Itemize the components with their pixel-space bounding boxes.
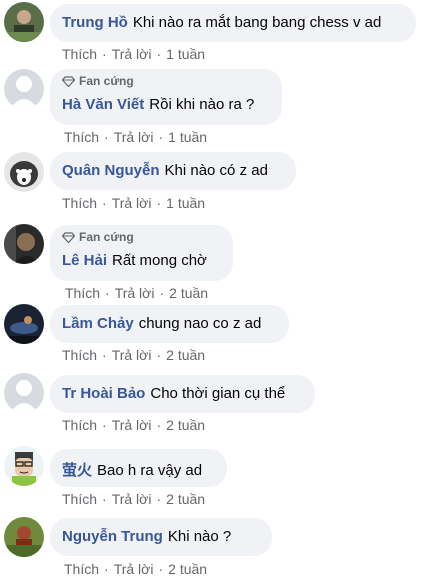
reply-link[interactable]: Trả lời	[112, 46, 152, 62]
fan-badge: Fan cứng	[62, 74, 134, 88]
comment-text: Bao h ra vậy ad	[97, 462, 203, 479]
comment-author[interactable]: Lầm Chảy	[62, 315, 134, 332]
reply-link[interactable]: Trả lời	[114, 561, 154, 577]
comment-bubble: Fan cứng Lê Hải Rất mong chờ	[50, 225, 233, 281]
reply-link[interactable]: Trả lời	[112, 195, 152, 211]
comment-timestamp[interactable]: 1 tuần	[168, 129, 207, 145]
comment-bubble: Trung Hồ Khi nào ra mắt bang bang chess v…	[50, 4, 416, 42]
comment-timestamp[interactable]: 2 tuần	[168, 561, 207, 577]
comment-timestamp[interactable]: 2 tuần	[166, 417, 205, 433]
avatar[interactable]	[4, 152, 44, 192]
comment-actions: Thích · Trả lời · 1 tuần	[62, 46, 206, 62]
comment-actions: Thích · Trả lời · 1 tuần	[62, 195, 206, 211]
comment-bubble: Nguyễn Trung Khi nào ?	[50, 518, 272, 556]
avatar[interactable]	[4, 517, 44, 557]
reply-link[interactable]: Trả lời	[112, 417, 152, 433]
avatar[interactable]	[4, 446, 44, 486]
like-link[interactable]: Thích	[62, 195, 97, 211]
like-link[interactable]: Thích	[65, 285, 100, 301]
avatar[interactable]	[4, 69, 44, 109]
comment-actions: Thích · Trả lời · 2 tuần	[65, 285, 209, 301]
avatar[interactable]	[4, 304, 44, 344]
comment-text: Rất mong chờ	[112, 252, 207, 269]
comment-bubble: Quân Nguyễn Khi nào có z ad	[50, 152, 296, 190]
like-link[interactable]: Thích	[62, 417, 97, 433]
comment-text: Cho thời gian cụ thể	[150, 385, 286, 402]
like-link[interactable]: Thích	[64, 129, 99, 145]
comment-text: Khi nào ra mắt bang bang chess v ad	[132, 14, 382, 31]
like-link[interactable]: Thích	[62, 46, 97, 62]
diamond-icon	[62, 231, 75, 243]
comment-timestamp[interactable]: 2 tuần	[166, 491, 205, 507]
comment-timestamp[interactable]: 2 tuần	[166, 347, 205, 363]
reply-link[interactable]: Trả lời	[112, 491, 152, 507]
comment-timestamp[interactable]: 1 tuần	[166, 195, 205, 211]
reply-link[interactable]: Trả lời	[115, 285, 155, 301]
fan-badge: Fan cứng	[62, 230, 134, 244]
avatar[interactable]	[4, 224, 44, 264]
comment-actions: Thích · Trả lời · 2 tuần	[64, 561, 208, 577]
reply-link[interactable]: Trả lời	[112, 347, 152, 363]
comment-text: Khi nào ?	[167, 528, 232, 545]
avatar[interactable]	[4, 373, 44, 413]
comment-timestamp[interactable]: 1 tuần	[166, 46, 205, 62]
comment-bubble: Lầm Chảy chung nao co z ad	[50, 305, 289, 343]
comment-author[interactable]: Hà Văn Viết	[62, 96, 144, 113]
comment-author[interactable]: 萤火	[62, 462, 92, 479]
comment-author[interactable]: Trung Hồ	[62, 14, 128, 31]
comment-actions: Thích · Trả lời · 2 tuần	[62, 491, 206, 507]
comment-timestamp[interactable]: 2 tuần	[169, 285, 208, 301]
like-link[interactable]: Thích	[62, 491, 97, 507]
like-link[interactable]: Thích	[62, 347, 97, 363]
reply-link[interactable]: Trả lời	[114, 129, 154, 145]
diamond-icon	[62, 75, 75, 87]
comment-actions: Thích · Trả lời · 1 tuần	[64, 129, 208, 145]
comment-author[interactable]: Lê Hải	[62, 252, 107, 269]
avatar[interactable]	[4, 2, 44, 42]
comment-text: chung nao co z ad	[138, 315, 262, 332]
comment-bubble: Tr Hoài Bảo Cho thời gian cụ thể	[50, 375, 315, 413]
comment-author[interactable]: Quân Nguyễn	[62, 162, 160, 179]
comment-author[interactable]: Tr Hoài Bảo	[62, 385, 145, 402]
comment-actions: Thích · Trả lời · 2 tuần	[62, 347, 206, 363]
comment-text: Khi nào có z ad	[164, 162, 268, 179]
comment-bubble: 萤火 Bao h ra vậy ad	[50, 449, 227, 487]
like-link[interactable]: Thích	[64, 561, 99, 577]
comment-author[interactable]: Nguyễn Trung	[62, 528, 163, 545]
comment-actions: Thích · Trả lời · 2 tuần	[62, 417, 206, 433]
comment-text: Rồi khi nào ra ?	[149, 96, 255, 113]
comment-bubble: Fan cứng Hà Văn Viết Rồi khi nào ra ?	[50, 69, 282, 125]
